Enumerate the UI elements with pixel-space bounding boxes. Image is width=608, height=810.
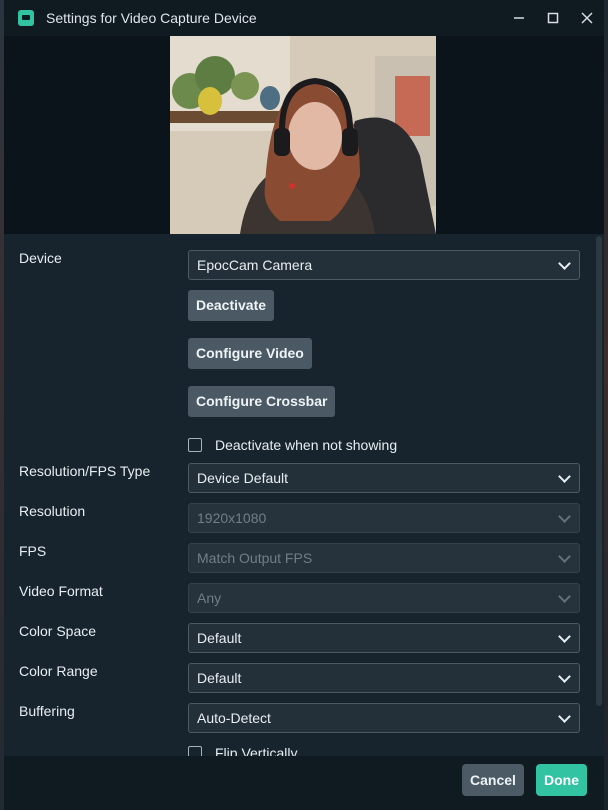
chevron-down-icon — [558, 670, 571, 683]
color-space-label: Color Space — [19, 623, 97, 639]
color-range-value: Default — [197, 670, 242, 686]
color-range-select[interactable]: Default — [188, 663, 580, 693]
deactivate-when-not-showing-checkbox[interactable] — [188, 438, 202, 452]
minimize-icon[interactable] — [502, 0, 536, 36]
deactivate-when-not-showing-label: Deactivate when not showing — [215, 437, 398, 453]
chevron-down-icon — [558, 590, 571, 603]
chevron-down-icon — [558, 630, 571, 643]
color-range-label: Color Range — [19, 663, 98, 679]
resolution-select[interactable]: 1920x1080 — [188, 503, 580, 533]
chevron-down-icon — [558, 257, 571, 270]
video-format-label: Video Format — [19, 583, 103, 599]
video-format-value: Any — [197, 590, 222, 606]
settings-form: Device EpocCam Camera Deactivate Configu… — [4, 234, 604, 756]
configure-video-button[interactable]: Configure Video — [188, 338, 312, 369]
resolution-fps-type-label: Resolution/FPS Type — [19, 463, 151, 479]
device-select-value: EpocCam Camera — [197, 257, 313, 273]
color-space-value: Default — [197, 630, 242, 646]
chevron-down-icon — [558, 710, 571, 723]
resolution-value: 1920x1080 — [197, 510, 267, 526]
video-format-select[interactable]: Any — [188, 583, 580, 613]
chevron-down-icon — [558, 470, 571, 483]
maximize-icon[interactable] — [536, 0, 570, 36]
done-button[interactable]: Done — [536, 764, 587, 796]
dialog-footer: Cancel Done — [4, 756, 604, 810]
buffering-select[interactable]: Auto-Detect — [188, 703, 580, 733]
chevron-down-icon — [558, 510, 571, 523]
buffering-value: Auto-Detect — [197, 710, 271, 726]
close-icon[interactable] — [570, 0, 604, 36]
color-space-select[interactable]: Default — [188, 623, 580, 653]
cancel-button[interactable]: Cancel — [462, 764, 524, 796]
resolution-fps-type-select[interactable]: Device Default — [188, 463, 580, 493]
configure-crossbar-button[interactable]: Configure Crossbar — [188, 386, 336, 417]
window-controls — [502, 0, 604, 36]
flip-vertically-checkbox[interactable] — [188, 746, 202, 756]
settings-dialog: Settings for Video Capture Device Device… — [4, 0, 604, 810]
device-select[interactable]: EpocCam Camera — [188, 250, 580, 280]
background-app-edge-right — [604, 0, 608, 810]
chevron-down-icon — [558, 550, 571, 563]
fps-value: Match Output FPS — [197, 550, 313, 566]
window-title: Settings for Video Capture Device — [46, 10, 257, 26]
title-bar[interactable]: Settings for Video Capture Device — [4, 0, 604, 36]
fps-select[interactable]: Match Output FPS — [188, 543, 580, 573]
deactivate-when-not-showing-row[interactable]: Deactivate when not showing — [188, 437, 397, 453]
camera-preview — [170, 36, 436, 234]
app-icon — [18, 10, 34, 26]
resolution-fps-type-value: Device Default — [197, 470, 289, 486]
device-label: Device — [19, 250, 62, 266]
fps-label: FPS — [19, 543, 47, 559]
flip-vertically-row[interactable]: Flip Vertically — [188, 745, 297, 756]
deactivate-button[interactable]: Deactivate — [188, 290, 275, 321]
flip-vertically-label: Flip Vertically — [215, 745, 298, 756]
preview-area — [4, 36, 604, 234]
resolution-label: Resolution — [19, 503, 86, 519]
scrollbar[interactable] — [596, 236, 602, 706]
buffering-label: Buffering — [19, 703, 75, 719]
